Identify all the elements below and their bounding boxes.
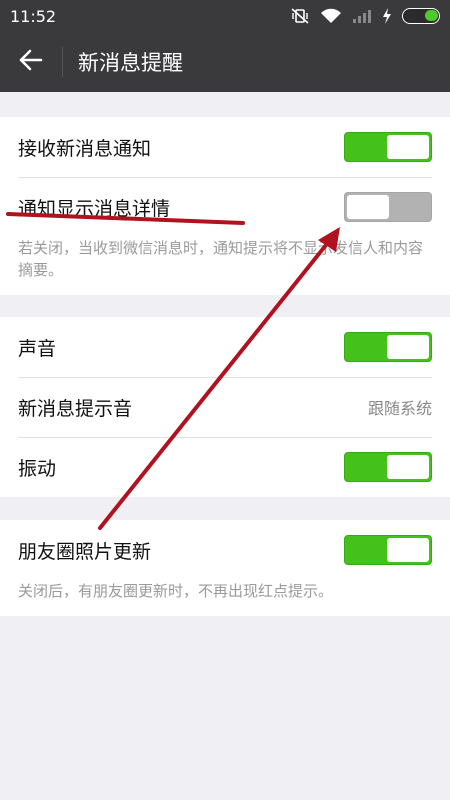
sound-label: 声音 [18, 337, 57, 360]
notification-group: 接收新消息通知 通知显示消息详情 若关闭，当收到微信消息时，通知提示将不显示发信… [0, 117, 450, 295]
receive-notification-label: 接收新消息通知 [18, 137, 152, 160]
sound-row[interactable]: 声音 [0, 317, 450, 377]
vibrate-row[interactable]: 振动 [0, 437, 450, 497]
show-details-hint: 若关闭，当收到微信消息时，通知提示将不显示发信人和内容摘要。 [18, 239, 424, 279]
moments-update-row[interactable]: 朋友圈照片更新 [0, 520, 450, 580]
charging-icon [382, 8, 392, 24]
status-icons [290, 7, 440, 25]
vibrate-toggle[interactable] [344, 452, 432, 482]
battery-icon [402, 8, 440, 24]
mute-vibrate-icon [290, 7, 310, 25]
notification-tone-value: 跟随系统 [367, 399, 432, 418]
wifi-icon [320, 8, 342, 24]
moments-update-toggle[interactable] [344, 535, 432, 565]
signal-icon [352, 8, 372, 24]
show-details-row[interactable]: 通知显示消息详情 [0, 177, 450, 237]
moments-update-label: 朋友圈照片更新 [18, 540, 152, 563]
back-button[interactable] [0, 32, 62, 92]
receive-notification-row[interactable]: 接收新消息通知 [0, 117, 450, 177]
sound-group: 声音 新消息提示音 跟随系统 振动 [0, 317, 450, 497]
moments-group: 朋友圈照片更新 关闭后，有朋友圈更新时，不再出现红点提示。 [0, 520, 450, 616]
status-bar: 11:52 [0, 0, 450, 32]
show-details-label: 通知显示消息详情 [18, 197, 171, 220]
arrow-left-icon [19, 49, 43, 75]
notification-tone-label: 新消息提示音 [18, 397, 133, 420]
vibrate-label: 振动 [18, 457, 57, 480]
show-details-toggle[interactable] [344, 192, 432, 222]
status-time: 11:52 [10, 6, 57, 26]
notification-tone-row[interactable]: 新消息提示音 跟随系统 [0, 377, 450, 437]
sound-toggle[interactable] [344, 332, 432, 362]
page-title: 新消息提醒 [78, 51, 183, 75]
moments-update-hint: 关闭后，有朋友圈更新时，不再出现红点提示。 [18, 582, 334, 600]
title-bar: 新消息提醒 [0, 32, 450, 92]
receive-notification-toggle[interactable] [344, 132, 432, 162]
